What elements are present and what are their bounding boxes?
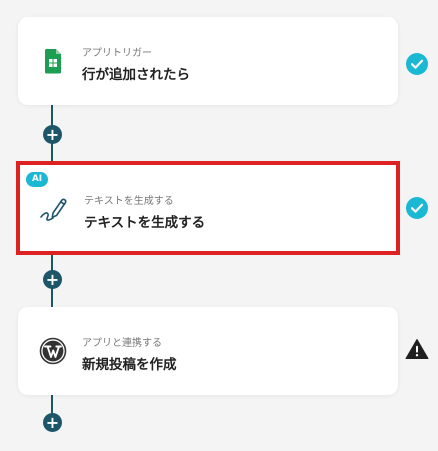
wordpress-icon <box>39 337 67 365</box>
step-app-label: アプリと連携する <box>82 338 162 349</box>
flow-step-card[interactable]: アプリトリガー 行が追加されたら <box>18 17 398 105</box>
warning-icon <box>405 339 429 359</box>
step-app-label: テキストを生成する <box>84 196 174 207</box>
google-sheets-icon <box>45 49 61 74</box>
add-step-button[interactable]: + <box>43 270 62 289</box>
step-action-title: 新規投稿を作成 <box>82 357 177 373</box>
step-action-title: テキストを生成する <box>84 215 206 231</box>
check-circle-icon <box>406 53 428 75</box>
step-app-label: アプリトリガー <box>82 48 152 59</box>
pen-write-icon <box>40 198 67 221</box>
check-circle-icon <box>406 197 428 219</box>
add-step-button[interactable]: + <box>43 125 62 144</box>
add-step-button[interactable]: + <box>43 413 62 432</box>
step-action-title: 行が追加されたら <box>82 67 190 83</box>
flow-step-card[interactable]: テキストを生成する テキストを生成する <box>16 161 400 255</box>
ai-badge: AI <box>26 172 48 187</box>
flow-step-card[interactable]: アプリと連携する 新規投稿を作成 <box>18 307 398 395</box>
